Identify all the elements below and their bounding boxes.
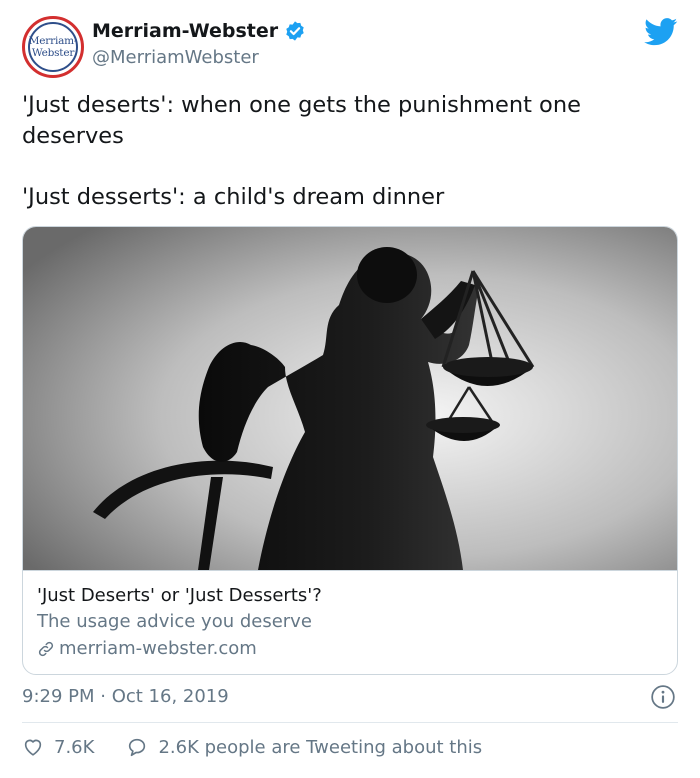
speech-bubble-icon <box>129 738 146 757</box>
tweet-paragraph-1: 'Just deserts': when one gets the punish… <box>22 92 581 149</box>
like-count: 7.6K <box>54 736 95 758</box>
info-icon[interactable] <box>650 684 676 710</box>
link-card[interactable]: 'Just Deserts' or 'Just Desserts'? The u… <box>22 226 678 675</box>
verified-badge-icon <box>286 21 304 41</box>
tweet-text: 'Just deserts': when one gets the punish… <box>22 90 672 213</box>
card-title: 'Just Deserts' or 'Just Desserts'? <box>37 585 322 606</box>
avatar-logo-line1: Merriam- <box>28 35 78 47</box>
author-name-row: Merriam-Webster <box>92 20 306 42</box>
author-handle[interactable]: @MerriamWebster <box>92 47 259 68</box>
card-domain: merriam-webster.com <box>59 638 257 659</box>
tweet-embed: Merriam- Webster Merriam-Webster @Merria… <box>0 0 700 778</box>
avatar-logo-line2: Webster <box>31 47 75 59</box>
divider <box>22 722 678 723</box>
link-icon <box>38 641 54 656</box>
card-image-lady-justice <box>23 227 677 570</box>
tweet-actions: 7.6K 2.6K people are Tweeting about this <box>22 736 482 758</box>
tweet-timestamp[interactable]: 9:29 PM · Oct 16, 2019 <box>22 686 229 707</box>
tweeting-about-link[interactable]: 2.6K people are Tweeting about this <box>126 736 482 758</box>
avatar[interactable]: Merriam- Webster <box>22 16 84 78</box>
avatar-logo: Merriam- Webster <box>28 22 78 72</box>
tweeting-about-text: 2.6K people are Tweeting about this <box>158 736 483 758</box>
card-body: 'Just Deserts' or 'Just Desserts'? The u… <box>23 570 677 674</box>
twitter-bird-icon[interactable] <box>644 18 678 46</box>
like-button[interactable]: 7.6K <box>22 736 94 758</box>
card-description: The usage advice you deserve <box>37 611 312 632</box>
card-domain-row: merriam-webster.com <box>37 638 257 659</box>
display-name[interactable]: Merriam-Webster <box>92 20 278 42</box>
tweet-paragraph-2: 'Just desserts': a child's dream dinner <box>22 184 445 210</box>
heart-icon <box>24 739 42 756</box>
